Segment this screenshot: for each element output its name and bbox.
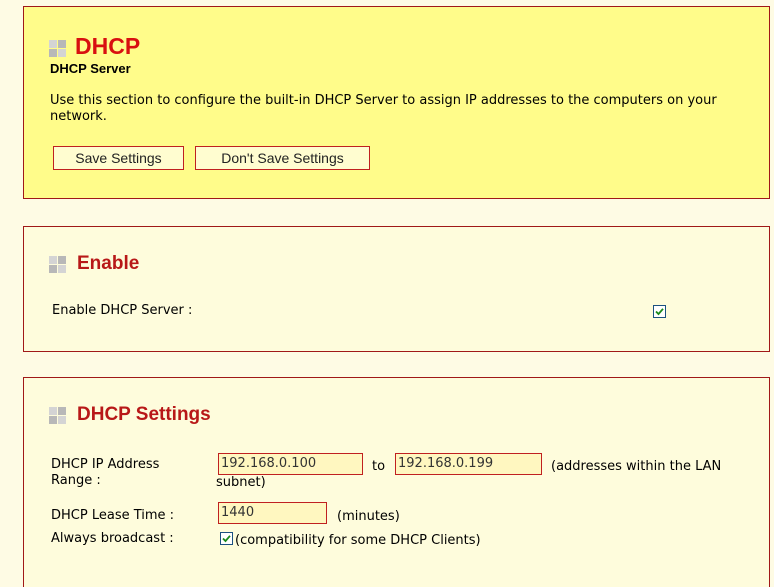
save-settings-button[interactable]: Save Settings	[53, 146, 184, 170]
ip-range-note: (addresses within the LAN subnet)	[216, 459, 722, 490]
enable-dhcp-label: Enable DHCP Server :	[52, 303, 193, 318]
section-block-icon	[49, 407, 67, 425]
dhcp-header-panel: DHCP DHCP Server Use this section to con…	[23, 6, 770, 199]
section-block-icon	[49, 40, 67, 58]
section-block-icon	[49, 256, 67, 274]
page-title: DHCP	[75, 33, 141, 59]
dont-save-settings-button[interactable]: Don't Save Settings	[195, 146, 370, 170]
enable-dhcp-checkbox[interactable]	[653, 305, 666, 318]
page-subtitle: DHCP Server	[50, 61, 131, 76]
enable-section-title: Enable	[77, 253, 140, 274]
always-broadcast-label: Always broadcast :	[51, 531, 174, 546]
dhcp-settings-title: DHCP Settings	[77, 404, 211, 425]
lease-time-label: DHCP Lease Time :	[51, 508, 175, 523]
page-description: Use this section to configure the built-…	[50, 93, 717, 124]
check-icon	[222, 535, 231, 543]
lease-time-unit: (minutes)	[337, 509, 400, 524]
check-icon	[655, 308, 664, 316]
enable-panel: Enable Enable DHCP Server :	[23, 226, 770, 352]
always-broadcast-checkbox[interactable]	[220, 532, 233, 545]
ip-range-label: DHCP IP Address Range :	[51, 457, 160, 488]
dhcp-settings-panel: DHCP Settings DHCP IP Address Range : 19…	[23, 377, 770, 587]
lease-time-input[interactable]: 1440	[218, 502, 327, 524]
always-broadcast-note: (compatibility for some DHCP Clients)	[235, 533, 481, 548]
